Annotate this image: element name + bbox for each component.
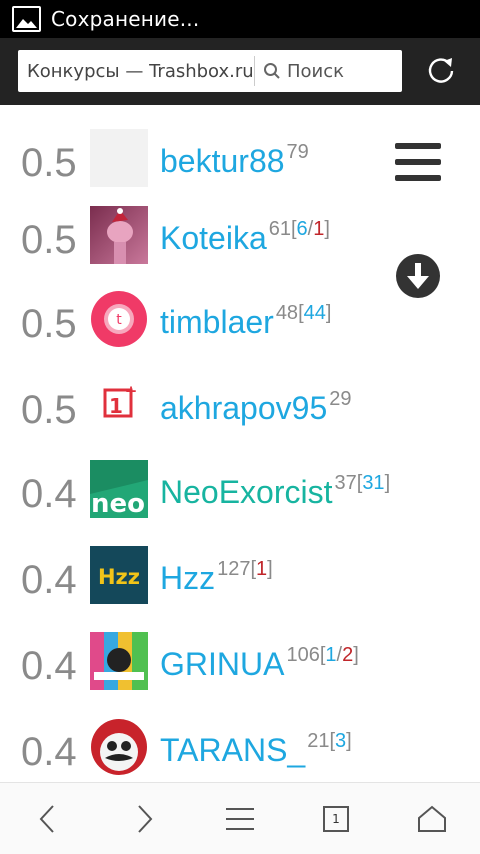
user-meta: 127[1] [217,558,273,580]
avatar[interactable]: t [90,290,148,348]
list-item: 0.4 neo NeoExorcist 37[31] [0,460,480,546]
status-text: Сохранение... [51,7,200,31]
user-meta: 48[44] [276,302,332,324]
username-link[interactable]: Koteika 61[6/1] [160,218,330,257]
user-meta-part: 1 [313,218,325,240]
username-link[interactable]: NeoExorcist 37[31] [160,472,391,511]
chevron-left-icon [39,805,54,833]
tab-count: 1 [323,806,349,832]
user-meta-part: ] [353,644,359,666]
svg-text:neo: neo [91,489,145,518]
user-count: 61 [268,218,291,240]
user-meta-part: ] [324,218,330,240]
user-meta-part: 44 [303,302,326,324]
user-count: 21 [307,730,330,752]
score-value: 0.5 [21,141,77,185]
user-meta-part: ] [325,302,332,324]
reload-icon [428,58,454,83]
user-meta: 21[3] [307,730,352,752]
browser-menu-button[interactable] [216,795,264,843]
list-item: 0.4 GRINUA 106[1/2] [0,632,480,718]
user-meta-part: 2 [342,644,354,666]
username-link[interactable]: timblaer 48[44] [160,302,332,341]
menu-button[interactable] [395,143,441,185]
svg-text:t: t [116,312,122,328]
user-count: 127 [217,558,251,580]
avatar[interactable]: Hzz [90,546,148,604]
reload-button[interactable] [421,50,461,92]
back-button[interactable] [24,795,72,843]
user-meta-part: ] [267,558,273,580]
search-label[interactable]: Поиск [287,61,344,82]
user-meta: 61[6/1] [269,218,330,240]
score-value: 0.4 [21,472,77,516]
user-meta-part: ] [346,730,352,752]
user-count: 48 [275,302,299,324]
avatar[interactable] [90,129,148,187]
user-meta: 106[1/2] [286,644,358,666]
user-meta: 37[31] [335,472,391,494]
hamburger-icon [226,808,254,830]
address-bar[interactable]: Конкурсы — Trashbox.ru Поиск [18,50,402,92]
forward-button[interactable] [120,795,168,843]
hamburger-icon-line [395,143,441,149]
user-meta-part: 31 [362,472,385,494]
home-icon [418,805,446,832]
chevron-right-icon [138,805,153,833]
username-link[interactable]: bektur88 79 [160,141,309,180]
hamburger-icon-line [395,175,441,181]
username-link[interactable]: GRINUA 106[1/2] [160,644,359,683]
avatar[interactable] [90,718,148,776]
score-value: 0.5 [21,218,77,262]
list-item: 0.4 TARANS_ 21[3] [0,718,480,782]
avatar[interactable]: neo [90,460,148,518]
user-meta: 29 [329,388,352,410]
svg-text:+: + [125,382,138,400]
user-meta-part: 1 [256,558,268,580]
hamburger-icon-line [395,159,441,165]
avatar[interactable] [90,632,148,690]
tabs-button[interactable]: 1 [312,795,360,843]
svg-text:Hzz: Hzz [98,565,140,589]
score-value: 0.4 [21,644,77,688]
user-meta: 79 [286,141,309,163]
search-icon[interactable] [261,60,283,82]
score-value: 0.4 [21,730,77,774]
home-button[interactable] [408,795,456,843]
bottom-navigation: 1 [0,782,480,854]
browser-toolbar: Конкурсы — Trashbox.ru Поиск [0,38,480,105]
address-divider [254,56,255,86]
user-count: 37 [334,472,357,494]
avatar[interactable]: 1 + [90,376,148,434]
scroll-down-button[interactable] [396,254,440,298]
user-meta-part: 6 [296,218,308,240]
list-item: 0.5 t timblaer 48[44] [0,290,480,376]
arrow-down-icon [396,254,440,298]
url-text[interactable]: Конкурсы — Trashbox.ru [18,61,252,82]
score-value: 0.5 [21,388,77,432]
list-item: 0.4 Hzz Hzz 127[1] [0,546,480,632]
list-item: 0.5 1 + akhrapov95 29 [0,376,480,462]
image-notification-icon [12,6,41,32]
user-meta-part: 3 [335,730,347,752]
score-value: 0.5 [21,302,77,346]
user-meta-part: ] [384,472,391,494]
user-meta-part: 1 [325,644,337,666]
user-count: 106 [286,644,320,666]
avatar[interactable] [90,206,148,264]
content-area: 0.5 bektur8879 0.5 Koteika61[6/1] 0.5 [0,105,480,782]
username-link[interactable]: TARANS_ 21[3] [160,730,352,769]
score-value: 0.4 [21,558,77,602]
username-link[interactable]: akhrapov95 29 [160,388,352,427]
username-link[interactable]: Hzz 127[1] [160,558,273,597]
status-bar: Сохранение... [0,0,480,38]
svg-text:1: 1 [109,394,123,418]
